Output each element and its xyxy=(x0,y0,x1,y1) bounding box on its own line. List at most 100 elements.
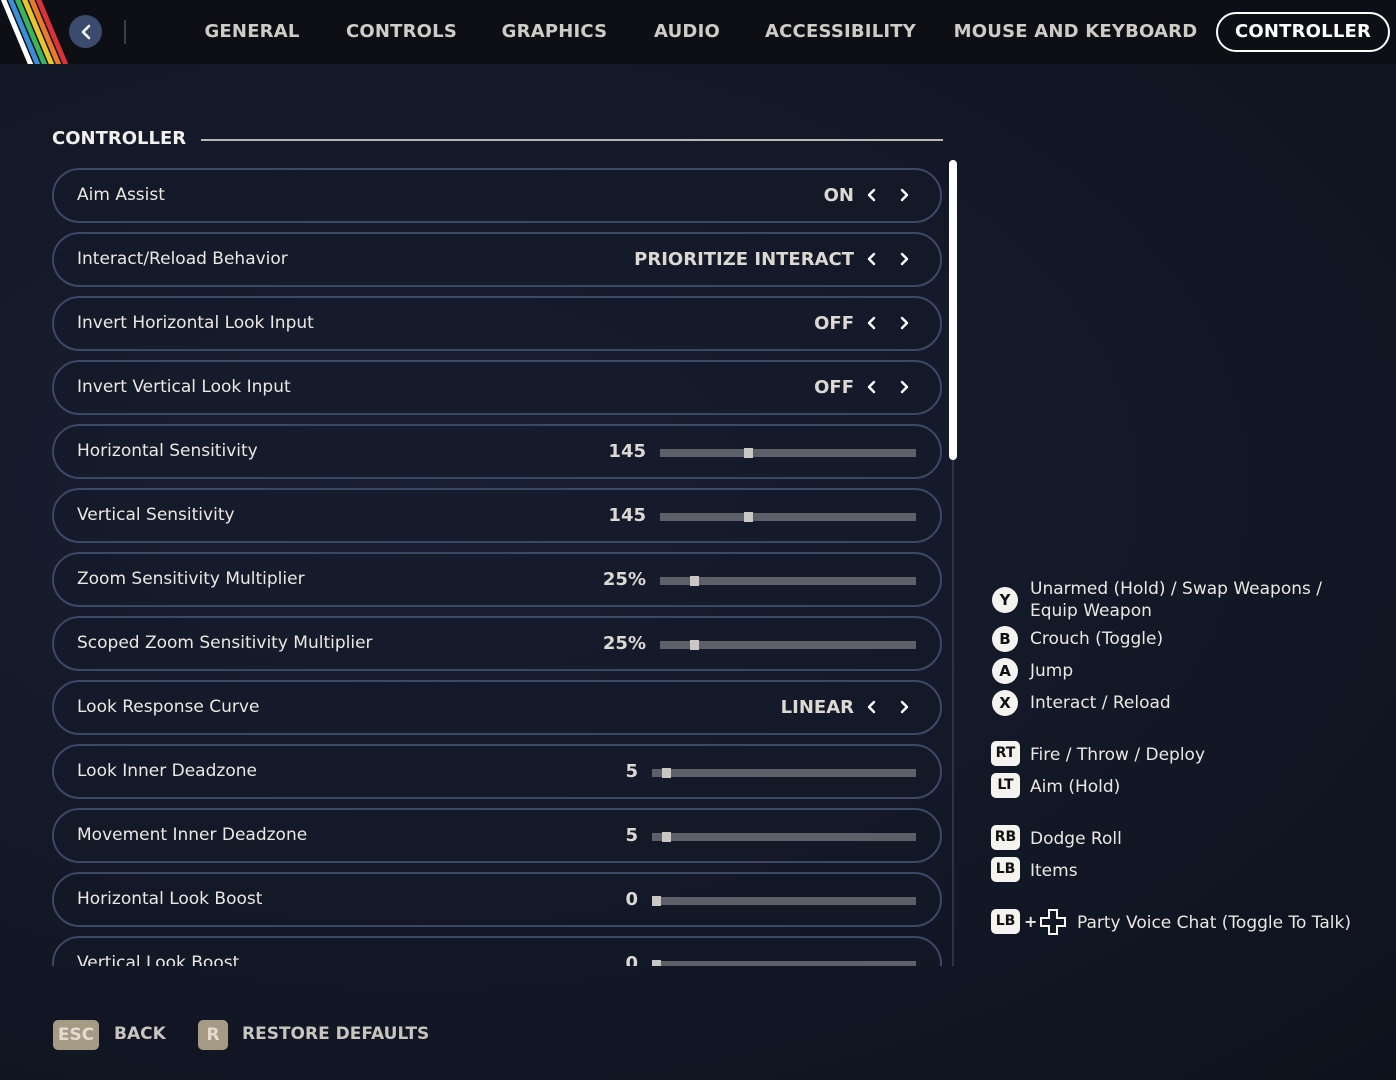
legend-text: Party Voice Chat (Toggle To Talk) xyxy=(1077,913,1351,933)
chevron-left-icon xyxy=(81,24,90,39)
setting-label: Movement Inner Deadzone xyxy=(77,825,308,845)
back-button[interactable] xyxy=(69,15,102,48)
setting-row-interact-reload-behavior[interactable]: Interact/Reload Behavior PRIORITIZE INTER… xyxy=(52,232,942,287)
rb-button-icon: RB xyxy=(991,825,1020,850)
legend-text: Dodge Roll xyxy=(1030,829,1122,849)
setting-label: Invert Vertical Look Input xyxy=(77,377,291,397)
legend-text: Fire / Throw / Deploy xyxy=(1030,745,1206,765)
tab-graphics[interactable]: GRAPHICS xyxy=(494,12,615,52)
setting-value: 0 xyxy=(625,889,638,910)
setting-value: OFF xyxy=(814,377,854,398)
chevron-right-icon[interactable] xyxy=(892,183,916,207)
setting-label: Horizontal Look Boost xyxy=(77,889,263,909)
setting-row-vertical-look-boost[interactable]: Vertical Look Boost 0 xyxy=(52,936,942,966)
slider-handle[interactable] xyxy=(652,960,661,966)
setting-row-invert-vertical-look-input[interactable]: Invert Vertical Look Input OFF xyxy=(52,360,942,415)
lt-button-icon: LT xyxy=(991,773,1020,798)
chevron-left-icon[interactable] xyxy=(860,183,884,207)
back-label[interactable]: BACK xyxy=(114,1024,166,1044)
setting-label: Look Response Curve xyxy=(77,697,260,717)
setting-row-horizontal-sensitivity[interactable]: Horizontal Sensitivity 145 xyxy=(52,424,942,479)
setting-label: Look Inner Deadzone xyxy=(77,761,257,781)
setting-label: Scoped Zoom Sensitivity Multiplier xyxy=(77,633,373,653)
slider-track[interactable] xyxy=(660,576,916,586)
slider-track[interactable] xyxy=(652,896,916,906)
setting-row-movement-inner-deadzone[interactable]: Movement Inner Deadzone 5 xyxy=(52,808,942,863)
tab-mouse-and-keyboard[interactable]: MOUSE AND KEYBOARD xyxy=(952,12,1199,52)
setting-value: LINEAR xyxy=(780,697,854,718)
x-button-icon: X xyxy=(992,690,1018,716)
legend-text: Aim (Hold) xyxy=(1030,777,1121,797)
chevron-right-icon[interactable] xyxy=(892,247,916,271)
setting-row-scoped-zoom-sensitivity-multiplier[interactable]: Scoped Zoom Sensitivity Multiplier 25% xyxy=(52,616,942,671)
setting-row-look-response-curve[interactable]: Look Response Curve LINEAR xyxy=(52,680,942,735)
rainbow-logo xyxy=(0,0,70,64)
setting-value: ON xyxy=(823,185,854,206)
setting-label: Aim Assist xyxy=(77,185,165,205)
setting-value: 5 xyxy=(625,761,638,782)
setting-row-aim-assist[interactable]: Aim Assist ON xyxy=(52,168,942,223)
tab-controls[interactable]: CONTROLS xyxy=(336,12,467,52)
chevron-left-icon[interactable] xyxy=(860,311,884,335)
restore-defaults-label[interactable]: RESTORE DEFAULTS xyxy=(242,1024,429,1044)
setting-label: Interact/Reload Behavior xyxy=(77,249,288,269)
slider-handle[interactable] xyxy=(690,640,699,650)
slider-handle[interactable] xyxy=(690,576,699,586)
chevron-left-icon[interactable] xyxy=(860,247,884,271)
legend-text: Items xyxy=(1030,861,1078,881)
slider-track[interactable] xyxy=(652,960,916,966)
setting-value: OFF xyxy=(814,313,854,334)
settings-list: Aim Assist ON Interact/Reload Behavior PRIO… xyxy=(0,160,960,966)
tab-accessibility[interactable]: ACCESSIBILITY xyxy=(760,12,921,52)
legend-text: Interact / Reload xyxy=(1030,693,1171,713)
tab-general[interactable]: GENERAL xyxy=(196,12,308,52)
dpad-icon xyxy=(1040,909,1066,935)
top-nav-bar: GENERAL CONTROLS GRAPHICS AUDIO ACCESSIB… xyxy=(0,0,1396,64)
slider-handle[interactable] xyxy=(662,768,671,778)
legend-text: Jump xyxy=(1030,661,1074,681)
lb-button-icon: LB xyxy=(991,857,1020,882)
setting-value: 25% xyxy=(602,569,646,590)
setting-label: Horizontal Sensitivity xyxy=(77,441,258,461)
scrollbar-thumb[interactable] xyxy=(949,160,957,460)
setting-value: 145 xyxy=(608,441,646,462)
setting-row-vertical-sensitivity[interactable]: Vertical Sensitivity 145 xyxy=(52,488,942,543)
slider-handle[interactable] xyxy=(744,448,753,458)
setting-value: 145 xyxy=(608,505,646,526)
tab-controller[interactable]: CONTROLLER xyxy=(1216,12,1390,52)
slider-handle[interactable] xyxy=(744,512,753,522)
slider-track[interactable] xyxy=(660,512,916,522)
slider-track[interactable] xyxy=(652,832,916,842)
setting-row-look-inner-deadzone[interactable]: Look Inner Deadzone 5 xyxy=(52,744,942,799)
slider-handle[interactable] xyxy=(652,896,661,906)
a-button-icon: A xyxy=(992,658,1018,684)
legend-text: Unarmed (Hold) / Swap Weapons / Equip We… xyxy=(1030,579,1322,621)
chevron-left-icon[interactable] xyxy=(860,375,884,399)
setting-row-zoom-sensitivity-multiplier[interactable]: Zoom Sensitivity Multiplier 25% xyxy=(52,552,942,607)
section-divider xyxy=(201,139,943,141)
setting-value: 5 xyxy=(625,825,638,846)
divider xyxy=(124,20,126,44)
setting-row-horizontal-look-boost[interactable]: Horizontal Look Boost 0 xyxy=(52,872,942,927)
legend-text: Crouch (Toggle) xyxy=(1030,629,1164,649)
chevron-right-icon[interactable] xyxy=(892,695,916,719)
esc-key-icon[interactable]: ESC xyxy=(53,1020,99,1050)
setting-row-invert-horizontal-look-input[interactable]: Invert Horizontal Look Input OFF xyxy=(52,296,942,351)
lb-button-icon: LB xyxy=(991,909,1020,934)
section-title: CONTROLLER xyxy=(52,128,187,149)
setting-value: PRIORITIZE INTERACT xyxy=(634,249,854,270)
chevron-right-icon[interactable] xyxy=(892,311,916,335)
slider-handle[interactable] xyxy=(662,832,671,842)
r-key-icon[interactable]: R xyxy=(198,1020,228,1050)
slider-track[interactable] xyxy=(660,448,916,458)
setting-label: Vertical Look Boost xyxy=(77,953,240,966)
chevron-left-icon[interactable] xyxy=(860,695,884,719)
slider-track[interactable] xyxy=(652,768,916,778)
setting-label: Zoom Sensitivity Multiplier xyxy=(77,569,305,589)
slider-track[interactable] xyxy=(660,640,916,650)
setting-value: 25% xyxy=(602,633,646,654)
chevron-right-icon[interactable] xyxy=(892,375,916,399)
b-button-icon: B xyxy=(992,626,1018,652)
tab-audio[interactable]: AUDIO xyxy=(644,12,730,52)
setting-label: Invert Horizontal Look Input xyxy=(77,313,314,333)
